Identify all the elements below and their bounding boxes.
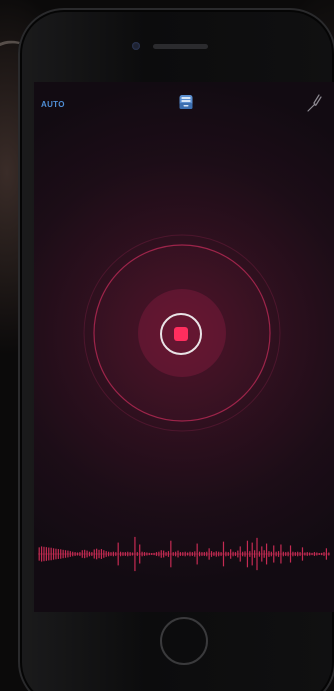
earpiece-speaker xyxy=(153,44,208,49)
tuning-fork-icon-svg xyxy=(307,94,322,112)
stop-square-icon xyxy=(174,327,188,341)
audio-waveform xyxy=(38,536,330,572)
app-screen: AUTO xyxy=(34,82,334,612)
stop-recording-button[interactable] xyxy=(160,313,202,355)
front-camera xyxy=(132,42,140,50)
photo-background: AUTO xyxy=(0,0,334,691)
archive-box-icon-svg xyxy=(179,95,193,109)
tuning-fork-icon[interactable] xyxy=(306,94,322,112)
archive-box-icon[interactable] xyxy=(178,94,194,110)
home-button[interactable] xyxy=(160,617,208,665)
auto-mode-button[interactable]: AUTO xyxy=(41,100,65,109)
